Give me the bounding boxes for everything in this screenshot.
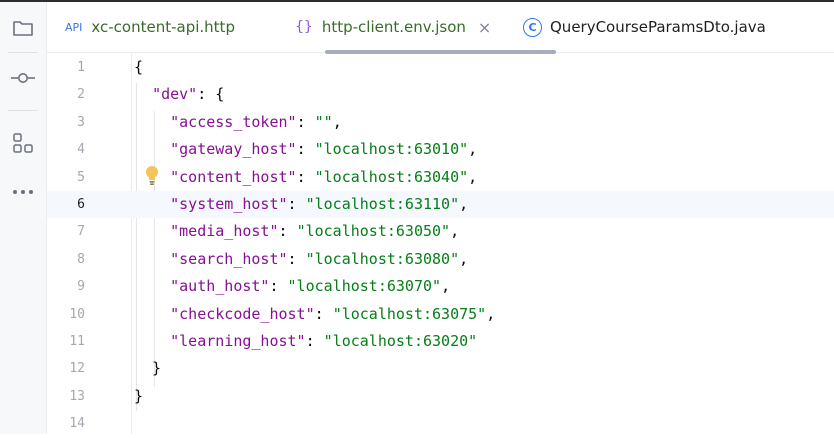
- code-editor[interactable]: 1 { 2 "dev": { 3 "access_token": "", 4 "…: [47, 53, 834, 434]
- json-value: "localhost:63075": [332, 304, 487, 323]
- commit-icon[interactable]: [9, 64, 37, 92]
- strip-divider: [8, 52, 38, 53]
- code-line: 7 "media_host": "localhost:63050",: [47, 218, 834, 245]
- code-text: "auth_host": "localhost:63070",: [170, 277, 451, 296]
- code-text: "system_host": "localhost:63110",: [170, 195, 469, 213]
- line-number: 3: [77, 114, 85, 130]
- code-line: 13 }: [47, 383, 834, 410]
- code-text: "learning_host": "localhost:63020": [170, 332, 478, 350]
- code-text: {: [134, 58, 144, 76]
- code-line: 4 "gateway_host": "localhost:63010",: [47, 136, 834, 163]
- code-text: "access_token": "",: [170, 112, 342, 131]
- code-line: 10 "checkcode_host": "localhost:63075",: [47, 301, 834, 328]
- line-number: 9: [77, 279, 85, 295]
- line-number: 7: [77, 224, 85, 240]
- code-text: "search_host": "localhost:63080",: [170, 249, 469, 268]
- code-line: 5 "content_host": "localhost:63040",: [47, 164, 834, 191]
- tab-query-course-params[interactable]: C QueryCourseParamsDto.java: [523, 2, 766, 52]
- code-text: "content_host": "localhost:63040",: [170, 167, 478, 186]
- tab-http-client-env[interactable]: {} http-client.env.json ×: [295, 2, 491, 52]
- line-number: 1: [77, 60, 85, 75]
- code-text: "gateway_host": "localhost:63010",: [170, 140, 478, 159]
- editor-tab-bar: API xc-content-api.http {} http-client.e…: [47, 2, 834, 54]
- json-value: "localhost:63070": [287, 277, 442, 296]
- json-key: "gateway_host": [170, 140, 297, 159]
- json-value: "localhost:63020": [323, 332, 478, 350]
- json-key: "media_host": [170, 222, 279, 241]
- api-file-icon: API: [65, 20, 83, 34]
- line-number: 11: [69, 334, 85, 349]
- line-number: 6: [77, 197, 85, 212]
- line-number: 13: [69, 388, 85, 404]
- code-line: 8 "search_host": "localhost:63080",: [47, 246, 834, 273]
- lightbulb-icon[interactable]: [144, 165, 160, 187]
- json-key: "content_host": [170, 167, 297, 186]
- json-key: "access_token": [170, 112, 297, 131]
- json-file-icon: {}: [295, 19, 313, 35]
- code-line: 3 "access_token": "",: [47, 109, 834, 136]
- json-key: "system_host": [170, 195, 288, 213]
- tool-window-strip: [0, 2, 47, 434]
- code-line: 1 {: [47, 54, 834, 81]
- code-text: "media_host": "localhost:63050",: [170, 222, 460, 241]
- json-key: "learning_host": [170, 332, 306, 350]
- json-key: "checkcode_host": [170, 304, 315, 323]
- code-text: }: [134, 386, 144, 405]
- line-number: 12: [69, 361, 85, 377]
- java-class-icon: C: [523, 17, 542, 37]
- line-number: 10: [69, 306, 85, 322]
- strip-divider: [8, 110, 38, 111]
- json-value: "localhost:63010": [314, 140, 469, 159]
- code-line: 2 "dev": {: [47, 81, 834, 108]
- code-line: 9 "auth_host": "localhost:63070",: [47, 273, 834, 300]
- tab-label: xc-content-api.http: [91, 18, 235, 36]
- line-number: 14: [69, 416, 85, 432]
- line-number: 2: [77, 87, 85, 103]
- code-line: 14: [47, 410, 834, 437]
- code-line: 12 }: [47, 355, 834, 382]
- json-value: "localhost:63080": [305, 249, 460, 268]
- line-number: 8: [77, 251, 85, 267]
- code-text: "dev": {: [152, 85, 225, 104]
- line-number: 5: [77, 169, 85, 185]
- json-value: "localhost:63110": [305, 195, 460, 213]
- json-key: "auth_host": [170, 277, 270, 296]
- tab-xc-content-api[interactable]: API xc-content-api.http: [65, 2, 235, 52]
- json-value: "localhost:63040": [314, 167, 469, 186]
- close-tab-icon[interactable]: ×: [478, 18, 491, 37]
- json-value: "": [314, 112, 333, 131]
- code-line-current: 6 "system_host": "localhost:63110",: [47, 191, 834, 219]
- code-text: }: [134, 359, 162, 378]
- line-number: 4: [77, 142, 85, 158]
- tab-label: http-client.env.json: [321, 18, 466, 36]
- code-line: 11 "learning_host": "localhost:63020": [47, 328, 834, 355]
- json-key: "dev": [152, 85, 198, 104]
- json-key: "search_host": [170, 249, 288, 268]
- folder-icon[interactable]: [9, 14, 37, 42]
- code-text: "checkcode_host": "localhost:63075",: [170, 304, 496, 323]
- json-value: "localhost:63050": [296, 222, 451, 241]
- more-icon[interactable]: [9, 178, 37, 206]
- structure-icon[interactable]: [9, 129, 37, 157]
- tab-label: QueryCourseParamsDto.java: [550, 18, 766, 36]
